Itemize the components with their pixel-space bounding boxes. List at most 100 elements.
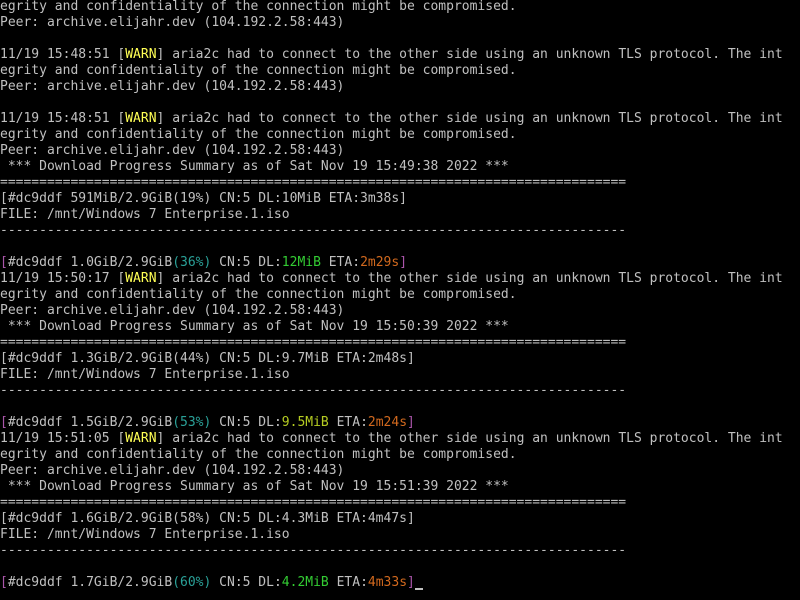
terminal-text: WARN [125, 271, 157, 286]
terminal-text: 2m29s [360, 255, 400, 270]
terminal-text: ETA: [320, 255, 361, 270]
terminal-text: #dc9ddf 1.5GiB/2.9GiB [7, 415, 173, 430]
terminal-text: FILE: /mnt/Windows 7 Enterprise.1.iso [0, 367, 290, 382]
terminal-line: 11/19 15:50:17 [WARN] aria2c had to conn… [0, 271, 800, 287]
terminal-text: WARN [125, 111, 157, 126]
terminal-line: ----------------------------------------… [0, 543, 800, 559]
terminal-text: ----------------------------------------… [0, 383, 627, 398]
terminal-text: *** Download Progress Summary as of Sat … [0, 319, 509, 334]
terminal-text: [ [0, 415, 8, 430]
terminal-text: WARN [125, 431, 157, 446]
terminal-text: 4.2MiB [281, 575, 329, 590]
terminal-text: ] aria2c had to connect to the other sid… [156, 47, 783, 62]
terminal-text: 4m33s [367, 575, 408, 590]
terminal-text: Peer: archive.elijahr.dev (104.192.2.58:… [0, 79, 345, 94]
terminal-line: Peer: archive.elijahr.dev (104.192.2.58:… [0, 79, 800, 95]
terminal-text: FILE: /mnt/Windows 7 Enterprise.1.iso [0, 207, 290, 222]
terminal-line: *** Download Progress Summary as of Sat … [0, 479, 800, 495]
terminal-text: (60%) [172, 575, 212, 590]
terminal-text: ] [407, 575, 415, 590]
terminal-line: [#dc9ddf 1.6GiB/2.9GiB(58%) CN:5 DL:4.3M… [0, 511, 800, 527]
terminal-text: #dc9ddf 1.7GiB/2.9GiB [7, 575, 173, 590]
terminal-text: 11/19 15:48:51 [ [0, 47, 126, 62]
terminal-line: 11/19 15:48:51 [WARN] aria2c had to conn… [0, 111, 800, 127]
terminal-text: CN:5 DL: [211, 575, 282, 590]
terminal-text: ETA: [328, 575, 368, 590]
terminal-text: Peer: archive.elijahr.dev (104.192.2.58:… [0, 143, 345, 158]
terminal-text: egrity and confidentiality of the connec… [0, 287, 517, 302]
terminal-line: [#dc9ddf 1.0GiB/2.9GiB(36%) CN:5 DL:12Mi… [0, 255, 800, 271]
terminal-text: egrity and confidentiality of the connec… [0, 63, 517, 78]
terminal-line: [#dc9ddf 1.5GiB/2.9GiB(53%) CN:5 DL:9.5M… [0, 415, 800, 431]
terminal-text: (36%) [172, 255, 212, 270]
terminal-text: ----------------------------------------… [0, 223, 627, 238]
terminal-line: egrity and confidentiality of the connec… [0, 287, 800, 303]
terminal-line: FILE: /mnt/Windows 7 Enterprise.1.iso [0, 367, 800, 383]
terminal-text: ] aria2c had to connect to the other sid… [156, 431, 783, 446]
terminal-text: [#dc9ddf 1.3GiB/2.9GiB(44%) CN:5 DL:9.7M… [0, 351, 415, 366]
terminal-line: FILE: /mnt/Windows 7 Enterprise.1.iso [0, 527, 800, 543]
terminal-line: [#dc9ddf 1.7GiB/2.9GiB(60%) CN:5 DL:4.2M… [0, 575, 800, 591]
terminal-line: egrity and confidentiality of the connec… [0, 0, 800, 15]
terminal-output: egrity and confidentiality of the connec… [0, 0, 800, 591]
terminal-text: *** Download Progress Summary as of Sat … [0, 479, 509, 494]
terminal-line: [#dc9ddf 1.3GiB/2.9GiB(44%) CN:5 DL:9.7M… [0, 351, 800, 367]
terminal-text: 11/19 15:50:17 [ [0, 271, 126, 286]
terminal-line: egrity and confidentiality of the connec… [0, 447, 800, 463]
terminal-line: *** Download Progress Summary as of Sat … [0, 319, 800, 335]
terminal-line: *** Download Progress Summary as of Sat … [0, 159, 800, 175]
text-cursor [414, 575, 423, 590]
terminal-text: 11/19 15:48:51 [ [0, 111, 126, 126]
terminal-window[interactable]: egrity and confidentiality of the connec… [0, 0, 800, 600]
terminal-text: (53%) [172, 415, 212, 430]
terminal-text: [ [0, 575, 8, 590]
terminal-text: egrity and confidentiality of the connec… [0, 447, 517, 462]
terminal-line: egrity and confidentiality of the connec… [0, 63, 800, 79]
terminal-line: FILE: /mnt/Windows 7 Enterprise.1.iso [0, 207, 800, 223]
terminal-text: *** Download Progress Summary as of Sat … [0, 159, 509, 174]
terminal-text: WARN [125, 47, 157, 62]
terminal-line: Peer: archive.elijahr.dev (104.192.2.58:… [0, 143, 800, 159]
terminal-text: ========================================… [0, 495, 627, 510]
terminal-text: 11/19 15:51:05 [ [0, 431, 126, 446]
terminal-text: ========================================… [0, 175, 627, 190]
terminal-text: 12MiB [281, 255, 321, 270]
terminal-line: 11/19 15:48:51 [WARN] aria2c had to conn… [0, 47, 800, 63]
terminal-line: ----------------------------------------… [0, 223, 800, 239]
terminal-line: ========================================… [0, 175, 800, 191]
terminal-text: [ [0, 255, 8, 270]
terminal-text: [#dc9ddf 591MiB/2.9GiB(19%) CN:5 DL:10Mi… [0, 191, 407, 206]
terminal-text: Peer: archive.elijahr.dev (104.192.2.58:… [0, 15, 345, 30]
terminal-line: ----------------------------------------… [0, 383, 800, 399]
terminal-text: FILE: /mnt/Windows 7 Enterprise.1.iso [0, 527, 290, 542]
terminal-line: ========================================… [0, 335, 800, 351]
terminal-text: CN:5 DL: [211, 415, 282, 430]
terminal-text: egrity and confidentiality of the connec… [0, 0, 517, 14]
terminal-text: ========================================… [0, 335, 627, 350]
terminal-text: CN:5 DL: [211, 255, 282, 270]
terminal-text: ] [399, 255, 408, 270]
terminal-text: ----------------------------------------… [0, 543, 627, 558]
terminal-text: [#dc9ddf 1.6GiB/2.9GiB(58%) CN:5 DL:4.3M… [0, 511, 415, 526]
terminal-text: Peer: archive.elijahr.dev (104.192.2.58:… [0, 463, 345, 478]
terminal-text: #dc9ddf 1.0GiB/2.9GiB [7, 255, 173, 270]
terminal-text: ] aria2c had to connect to the other sid… [156, 111, 783, 126]
terminal-line: ========================================… [0, 495, 800, 511]
terminal-line: [#dc9ddf 591MiB/2.9GiB(19%) CN:5 DL:10Mi… [0, 191, 800, 207]
terminal-line: egrity and confidentiality of the connec… [0, 127, 800, 143]
terminal-line: Peer: archive.elijahr.dev (104.192.2.58:… [0, 463, 800, 479]
terminal-text: Peer: archive.elijahr.dev (104.192.2.58:… [0, 303, 345, 318]
terminal-text: 9.5MiB [281, 415, 329, 430]
terminal-line: Peer: archive.elijahr.dev (104.192.2.58:… [0, 303, 800, 319]
terminal-line: 11/19 15:51:05 [WARN] aria2c had to conn… [0, 431, 800, 447]
terminal-text: ] aria2c had to connect to the other sid… [156, 271, 783, 286]
terminal-text: ] [407, 415, 415, 430]
terminal-line: Peer: archive.elijahr.dev (104.192.2.58:… [0, 15, 800, 31]
terminal-text: egrity and confidentiality of the connec… [0, 127, 517, 142]
terminal-text: 2m24s [367, 415, 408, 430]
